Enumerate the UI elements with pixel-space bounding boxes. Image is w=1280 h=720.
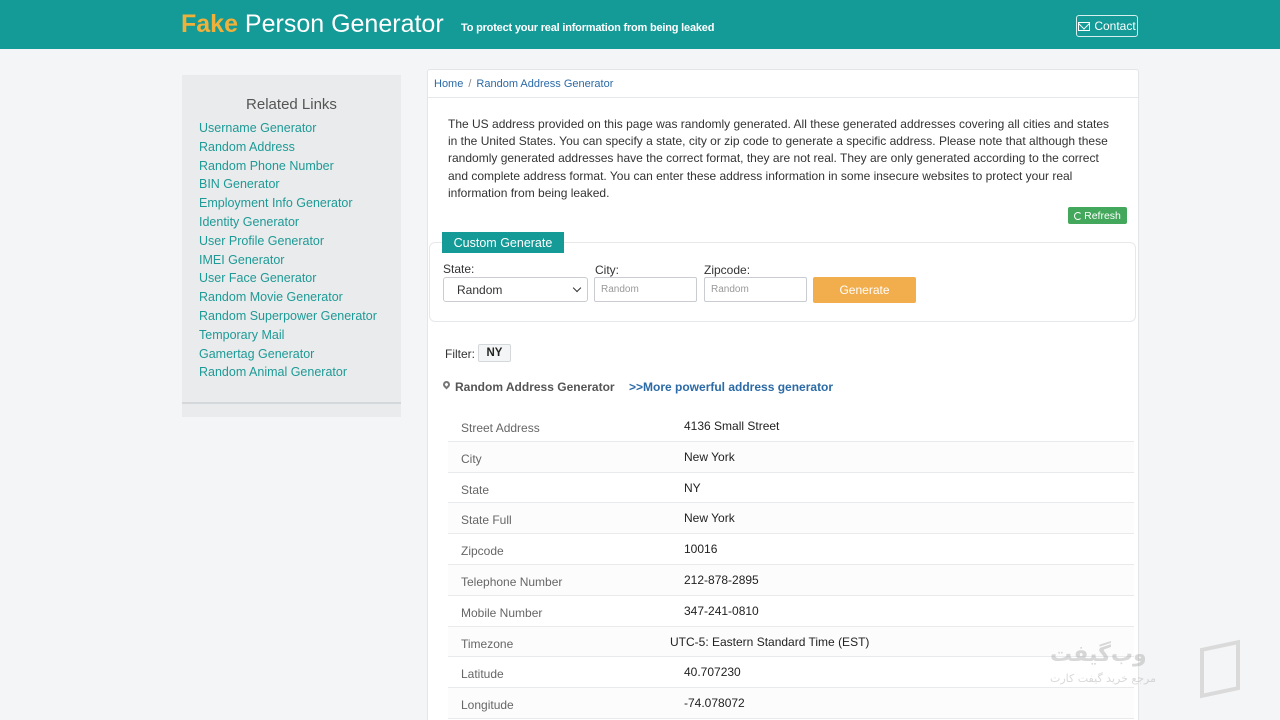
- table-row: Telephone Number 212-878-2895: [448, 564, 1134, 596]
- chevron-down-icon: [572, 283, 582, 293]
- city-label: City:: [595, 263, 619, 277]
- field-key: Longitude: [461, 698, 514, 713]
- refresh-button[interactable]: Refresh: [1068, 207, 1127, 224]
- filter-badge[interactable]: NY: [478, 344, 511, 362]
- field-value: 4136 Small Street: [684, 419, 780, 433]
- address-table: Street Address 4136 Small Street City Ne…: [448, 411, 1134, 719]
- field-key: State: [461, 482, 490, 497]
- field-value: UTC-5: Eastern Standard Time (EST): [670, 634, 870, 649]
- watermark-logo: وب‌گیفت مرجع خرید گیفت کارت: [1045, 639, 1260, 700]
- field-value: 212-878-2895: [684, 572, 759, 587]
- field-value: 40.707230: [684, 665, 741, 680]
- state-select-value: Random: [457, 282, 503, 297]
- related-links-list: Username Generator Random Address Random…: [199, 121, 377, 384]
- table-row: Timezone UTC-5: Eastern Standard Time (E…: [448, 626, 1134, 658]
- table-row: Zipcode 10016: [448, 534, 1134, 565]
- custom-generate-tab[interactable]: Custom Generate: [442, 232, 564, 253]
- table-row: State NY: [448, 473, 1134, 504]
- logo-fake: Fake: [181, 10, 238, 38]
- section-title: Random Address Generator: [455, 380, 615, 394]
- field-value: NY: [684, 480, 701, 495]
- field-key: Zipcode: [461, 544, 504, 559]
- field-value: New York: [684, 449, 735, 464]
- intro-paragraph: The US address provided on this page was…: [448, 117, 1110, 200]
- sidebar-item-identity-generator[interactable]: Identity Generator: [199, 215, 377, 234]
- field-key: State Full: [461, 513, 512, 528]
- logo-rest: Person Generator: [237, 10, 444, 38]
- refresh-icon: [1074, 211, 1083, 220]
- state-select[interactable]: Random: [443, 277, 588, 302]
- main-panel: Home / Random Address Generator The US a…: [427, 69, 1139, 720]
- related-links-sidebar: Related Links Username Generator Random …: [182, 75, 401, 417]
- field-value: 10016: [684, 542, 718, 557]
- zipcode-label: Zipcode:: [704, 263, 751, 277]
- sidebar-item-imei-generator[interactable]: IMEI Generator: [199, 253, 377, 272]
- watermark-brand: وب‌گیفت: [1050, 642, 1147, 667]
- field-key: Timezone: [461, 636, 514, 651]
- field-value: 347-241-0810: [684, 603, 759, 618]
- sidebar-item-temporary-mail[interactable]: Temporary Mail: [199, 328, 377, 347]
- field-value: New York: [684, 511, 735, 526]
- city-input[interactable]: [594, 277, 697, 302]
- sidebar-item-random-phone-number[interactable]: Random Phone Number: [199, 159, 377, 178]
- sidebar-item-bin-generator[interactable]: BIN Generator: [199, 177, 377, 196]
- table-row: Street Address 4136 Small Street: [448, 411, 1134, 442]
- field-key: Mobile Number: [461, 605, 543, 620]
- watermark-subtitle: مرجع خرید گیفت کارت: [1050, 672, 1156, 685]
- table-row: Latitude 40.707230: [448, 657, 1134, 689]
- zipcode-input[interactable]: [704, 277, 807, 302]
- sidebar-item-random-superpower-generator[interactable]: Random Superpower Generator: [199, 309, 377, 328]
- sidebar-title: Related Links: [246, 96, 337, 113]
- sidebar-divider: [182, 402, 401, 404]
- sidebar-item-random-movie-generator[interactable]: Random Movie Generator: [199, 290, 377, 309]
- sidebar-item-random-animal-generator[interactable]: Random Animal Generator: [199, 365, 377, 384]
- table-row: State Full New York: [448, 503, 1134, 535]
- field-key: City: [461, 451, 482, 466]
- contact-label: Contact: [1094, 19, 1136, 33]
- state-label: State:: [443, 262, 475, 276]
- sidebar-item-gamertag-generator[interactable]: Gamertag Generator: [199, 347, 377, 366]
- site-tagline: To protect your real information from be…: [461, 22, 715, 34]
- field-key: Latitude: [461, 667, 504, 682]
- field-key: Telephone Number: [461, 574, 563, 589]
- filter-label: Filter:: [445, 347, 475, 361]
- table-row: City New York: [448, 441, 1134, 473]
- site-logo[interactable]: Fake Person Generator: [181, 10, 444, 39]
- field-key: Street Address: [461, 421, 540, 435]
- generate-button[interactable]: Generate: [813, 277, 916, 303]
- top-header: Fake Person Generator To protect your re…: [0, 0, 1280, 49]
- breadcrumb-current-link[interactable]: Random Address Generator: [476, 78, 613, 90]
- breadcrumb: Home / Random Address Generator: [428, 70, 1138, 98]
- refresh-label: Refresh: [1084, 209, 1121, 222]
- field-value: -74.078072: [684, 696, 745, 711]
- table-row: Longitude -74.078072: [448, 688, 1134, 719]
- contact-button[interactable]: Contact: [1076, 15, 1138, 37]
- mail-icon: [1078, 21, 1091, 31]
- sidebar-item-user-profile-generator[interactable]: User Profile Generator: [199, 234, 377, 253]
- gift-card-icon: [1200, 639, 1240, 699]
- sidebar-item-user-face-generator[interactable]: User Face Generator: [199, 271, 377, 290]
- map-pin-icon: [441, 379, 452, 390]
- table-row: Mobile Number 347-241-0810: [448, 596, 1134, 627]
- more-generator-link[interactable]: >>More powerful address generator: [629, 380, 833, 394]
- sidebar-item-random-address[interactable]: Random Address: [199, 140, 377, 159]
- sidebar-item-username-generator[interactable]: Username Generator: [199, 121, 377, 140]
- sidebar-item-employment-info-generator[interactable]: Employment Info Generator: [199, 196, 377, 215]
- breadcrumb-home-link[interactable]: Home: [434, 78, 463, 90]
- breadcrumb-separator: /: [468, 77, 472, 90]
